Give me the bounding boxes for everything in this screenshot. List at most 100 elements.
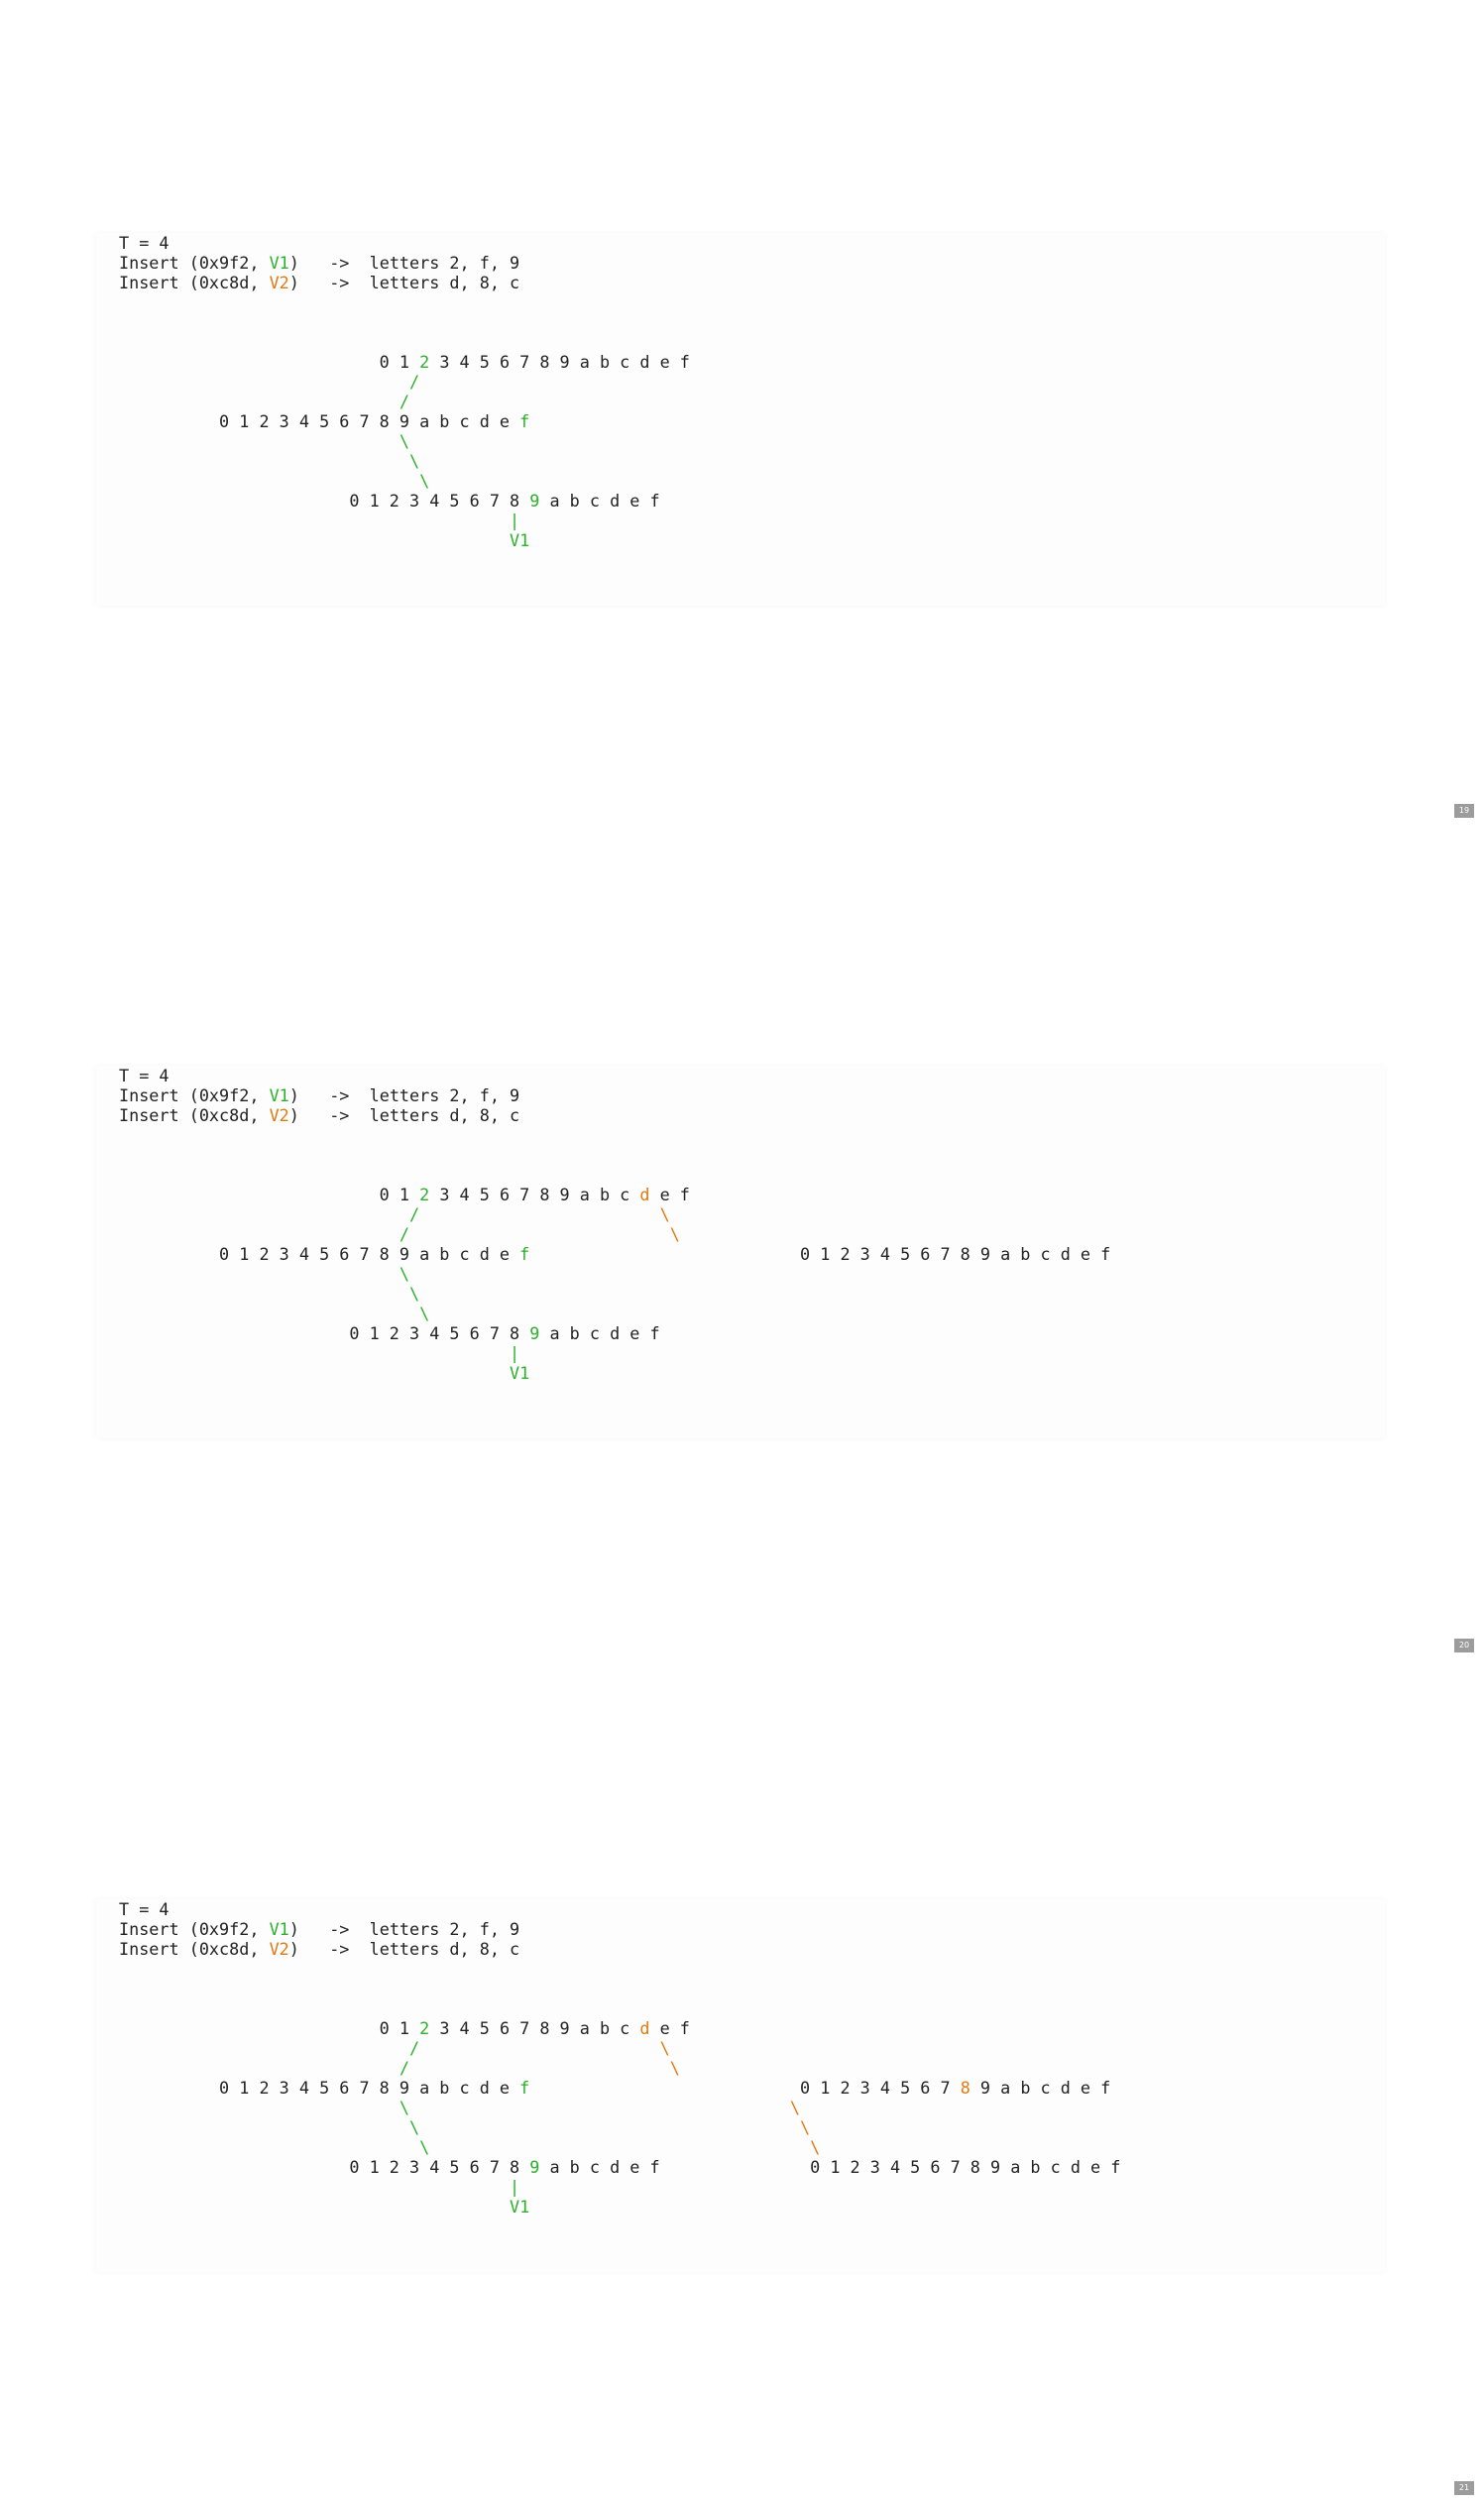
code-line: \ [119,1284,1110,1304]
highlight-v1: 2 [419,1185,430,1204]
highlight-v1: V1 [510,1363,530,1383]
code-text: 0 1 2 3 4 5 6 7 8 [119,491,530,511]
code-line: \ [119,1304,1110,1323]
code-text: ) -> letters 2, f, 9 [288,253,520,273]
highlight-v1: \ [419,2137,430,2157]
code-line: Insert (0x9f2, V1) -> letters 2, f, 9 [119,253,690,273]
highlight-v1: / [399,1224,409,1244]
code-text: ) -> letters d, 8, c [288,273,520,292]
highlight-v2: V2 [269,273,289,292]
code-line: V1 [119,2197,1120,2217]
code-line: \ \ [119,2137,1120,2157]
code-line: Insert (0x9f2, V1) -> letters 2, f, 9 [119,1085,1110,1105]
code-text: 0 1 2 3 4 5 6 7 8 9 a b c d e [119,411,520,431]
code-line: / [119,372,690,392]
code-text: a b c d e f [539,491,660,511]
highlight-v1: V1 [269,1919,289,1939]
slide-19: T = 4 Insert (0x9f2, V1) -> letters 2, f,… [0,0,1484,834]
code-line: T = 4 [119,1066,1110,1085]
highlight-v2: V2 [269,1105,289,1125]
code-line: / \ [119,2038,1120,2058]
code-line: Insert (0xc8d, V2) -> letters d, 8, c [119,273,690,292]
code-line: \ \ [119,2098,1120,2117]
diagram-card: T = 4 Insert (0x9f2, V1) -> letters 2, f,… [96,233,1385,606]
code-text: T = 4 [119,1899,170,1919]
code-diagram: T = 4 Insert (0x9f2, V1) -> letters 2, f,… [119,1066,1110,1383]
code-text: 3 4 5 6 7 8 9 a b c [429,1185,640,1204]
code-text: 9 a b c d e f [970,2078,1111,2098]
code-text: 0 1 2 3 4 5 6 7 8 9 a b c d e f [659,2157,1121,2177]
code-line: | [119,1343,1110,1363]
diagram-card: T = 4 Insert (0x9f2, V1) -> letters 2, f,… [96,1066,1385,1438]
highlight-v1: f [519,2078,530,2098]
code-text: 0 1 [119,352,420,372]
highlight-v1: 9 [529,491,540,511]
code-line: 0 1 2 3 4 5 6 7 8 9 a b c d e f [119,491,690,511]
highlight-v1: \ [399,2098,409,2117]
highlight-v1: | [510,511,520,530]
code-text: 0 1 2 3 4 5 6 7 8 9 a b c d e [119,1244,520,1264]
highlight-v1: \ [409,1284,420,1304]
highlight-v2: \ [789,2098,801,2117]
code-text: T = 4 [119,233,170,253]
code-line: / \ [119,1224,1110,1244]
code-text: e f [649,2018,690,2038]
code-line: \ [119,1264,1110,1284]
code-line: 0 1 2 3 4 5 6 7 8 9 a b c d e f [119,411,690,431]
highlight-v2: \ [659,1204,670,1224]
highlight-v1: \ [419,1304,430,1323]
code-text: 0 1 2 3 4 5 6 7 8 [119,2157,530,2177]
code-line: 0 1 2 3 4 5 6 7 8 9 a b c d e f 0 1 2 3 … [119,2157,1120,2177]
code-text: 0 1 [119,1185,420,1204]
highlight-v1: \ [399,431,409,451]
highlight-v1: / [409,1204,420,1224]
highlight-v1: \ [409,2117,420,2137]
highlight-v1: / [399,392,409,411]
highlight-v1: / [409,2038,420,2058]
code-text: 0 1 2 3 4 5 6 7 8 [119,1323,530,1343]
page-number: 19 [1454,804,1474,818]
highlight-v1: \ [409,451,420,471]
slide-20: T = 4 Insert (0x9f2, V1) -> letters 2, f,… [0,834,1484,1667]
code-line: 0 1 2 3 4 5 6 7 8 9 a b c d e f [119,1185,1110,1204]
code-text: ) -> letters d, 8, c [288,1939,520,1959]
code-line: V1 [119,530,690,550]
highlight-v1: V1 [269,1085,289,1105]
code-diagram: T = 4 Insert (0x9f2, V1) -> letters 2, f,… [119,233,690,550]
code-line: 0 1 2 3 4 5 6 7 8 9 a b c d e f [119,352,690,372]
highlight-v2: \ [810,2137,821,2157]
code-line: \ \ [119,2117,1120,2137]
code-text: e f [649,1185,690,1204]
code-text: ) -> letters 2, f, 9 [288,1085,520,1105]
code-line: V1 [119,1363,1110,1383]
code-line: / \ [119,2058,1120,2078]
code-line: \ [119,471,690,491]
code-line: Insert (0x9f2, V1) -> letters 2, f, 9 [119,1919,1120,1939]
code-text: ) -> letters 2, f, 9 [288,1919,520,1939]
code-line: / \ [119,1204,1110,1224]
code-text: a b c d e f [539,2157,660,2177]
